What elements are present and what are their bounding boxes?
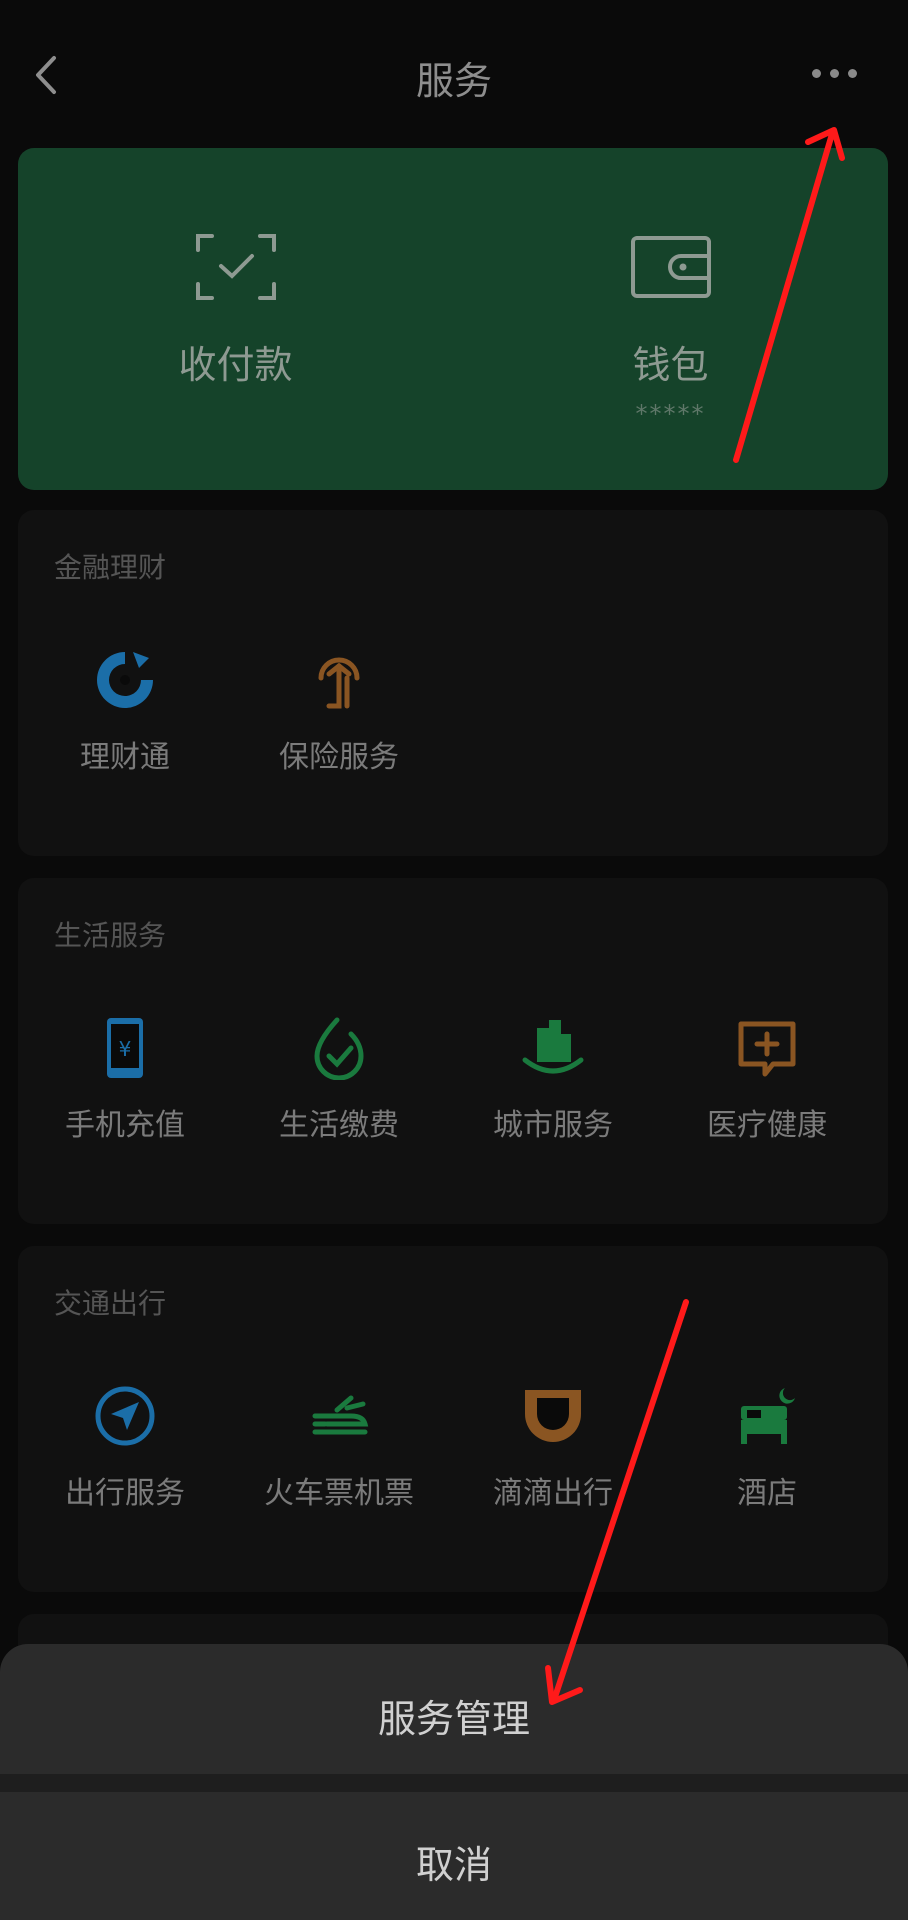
service-travel[interactable]: 出行服务 (18, 1356, 232, 1536)
cancel-button[interactable]: 取消 (0, 1792, 908, 1920)
service-label: 手机充值 (65, 1108, 185, 1143)
service-train-plane[interactable]: 火车票机票 (232, 1356, 446, 1536)
service-label: 出行服务 (65, 1476, 185, 1511)
service-medical[interactable]: 医疗健康 (660, 988, 874, 1168)
sheet-divider (0, 1774, 908, 1792)
service-label: 生活缴费 (279, 1108, 399, 1143)
service-label: 酒店 (737, 1476, 797, 1511)
page-title: 服务 (415, 59, 492, 103)
section-title: 金融理财 (54, 551, 167, 584)
service-didi[interactable]: 滴滴出行 (446, 1356, 660, 1536)
service-label: 城市服务 (493, 1108, 613, 1143)
insurance-icon (307, 648, 371, 712)
action-sheet: 服务管理 取消 (0, 1644, 908, 1920)
phone-topup-icon: ¥ (93, 1016, 157, 1080)
service-management-label: 服务管理 (377, 1697, 530, 1741)
more-dots-icon[interactable] (812, 58, 868, 88)
train-plane-icon (307, 1384, 371, 1448)
service-hotel[interactable]: 酒店 (660, 1356, 874, 1536)
navigation-icon (93, 1384, 157, 1448)
service-wealth[interactable]: 理财通 (18, 620, 232, 800)
city-service-icon (521, 1016, 585, 1080)
section-life: 生活服务 ¥ 手机充值 生活缴费 城市服务 医疗健康 (18, 878, 888, 1224)
wallet-button[interactable]: 钱包 ***** (453, 148, 888, 490)
wealth-icon (93, 648, 157, 712)
utility-payment-icon (307, 1016, 371, 1081)
top-nav-bar: 服务 (0, 0, 908, 146)
service-insurance[interactable]: 保险服务 (232, 620, 446, 800)
didi-icon (521, 1384, 585, 1448)
service-management-button[interactable]: 服务管理 (0, 1644, 908, 1774)
service-utility-payment[interactable]: 生活缴费 (232, 988, 446, 1168)
cancel-label: 取消 (415, 1843, 492, 1887)
wallet-label: 钱包 (632, 343, 709, 387)
service-label: 保险服务 (279, 740, 399, 775)
pay-receive-button[interactable]: 收付款 (18, 148, 453, 490)
section-title: 交通出行 (54, 1287, 167, 1320)
wallet-balance-masked: ***** (635, 400, 706, 428)
service-label: 医疗健康 (707, 1108, 827, 1143)
service-label: 火车票机票 (264, 1476, 414, 1511)
service-phone-topup[interactable]: ¥ 手机充值 (18, 988, 232, 1168)
pay-receive-label: 收付款 (178, 343, 293, 387)
section-finance: 金融理财 理财通 保险服务 (18, 510, 888, 856)
section-transport: 交通出行 出行服务 火车票机票 滴滴出行 酒店 (18, 1246, 888, 1592)
scan-check-icon (195, 234, 276, 300)
service-label: 滴滴出行 (493, 1476, 613, 1511)
section-title: 生活服务 (54, 919, 167, 952)
wallet-icon (630, 234, 711, 300)
svg-text:¥: ¥ (119, 1037, 132, 1061)
wallet-card: 收付款 钱包 ***** (18, 148, 888, 490)
medical-icon (735, 1016, 799, 1080)
service-label: 理财通 (80, 740, 170, 775)
service-city[interactable]: 城市服务 (446, 988, 660, 1168)
hotel-icon (735, 1384, 799, 1448)
